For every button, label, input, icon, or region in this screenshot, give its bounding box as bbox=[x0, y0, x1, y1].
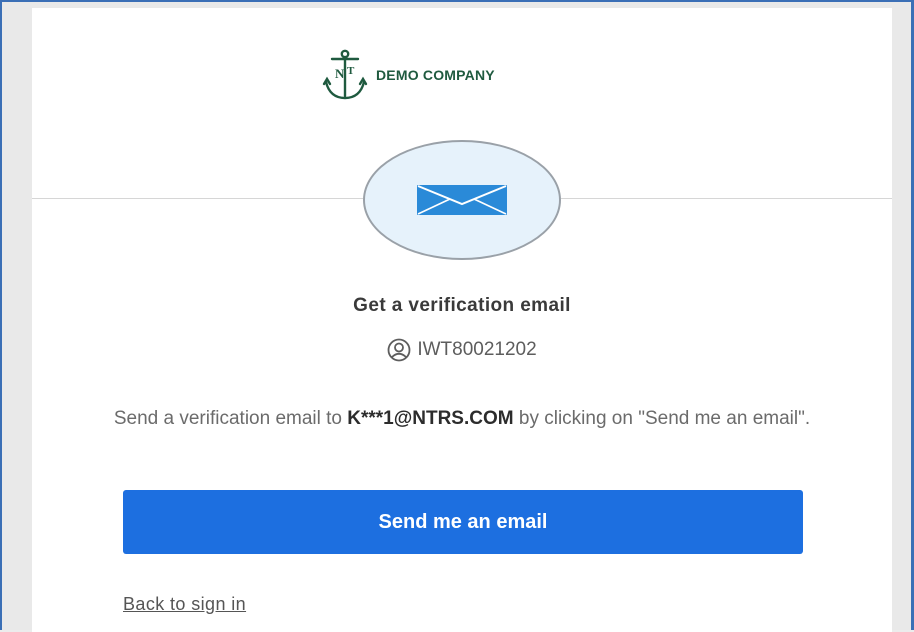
email-factor-badge bbox=[363, 140, 561, 260]
browser-frame: N T DEMO COMPANY Get a verification emai… bbox=[0, 0, 914, 632]
user-circle-icon bbox=[387, 338, 411, 362]
masked-email: K***1@NTRS.COM bbox=[347, 408, 514, 429]
company-logo: N T DEMO COMPANY bbox=[322, 48, 495, 102]
anchor-logo-icon: N T bbox=[322, 49, 368, 100]
back-to-sign-in-link[interactable]: Back to sign in bbox=[123, 594, 246, 615]
verification-card: N T DEMO COMPANY Get a verification emai… bbox=[32, 8, 892, 632]
instructions-suffix: by clicking on "Send me an email". bbox=[513, 408, 811, 429]
send-email-button[interactable]: Send me an email bbox=[123, 490, 803, 554]
envelope-icon bbox=[417, 185, 507, 215]
company-name: DEMO COMPANY bbox=[376, 67, 495, 83]
svg-text:T: T bbox=[347, 65, 355, 77]
instructions-text: Send a verification email to K***1@NTRS.… bbox=[112, 404, 812, 434]
username-text: IWT80021202 bbox=[417, 339, 537, 360]
email-badge-circle bbox=[363, 140, 561, 260]
instructions-prefix: Send a verification email to bbox=[113, 408, 348, 429]
svg-text:N: N bbox=[335, 66, 345, 81]
page-title: Get a verification email bbox=[353, 295, 571, 316]
user-identifier: IWT80021202 bbox=[32, 338, 892, 362]
